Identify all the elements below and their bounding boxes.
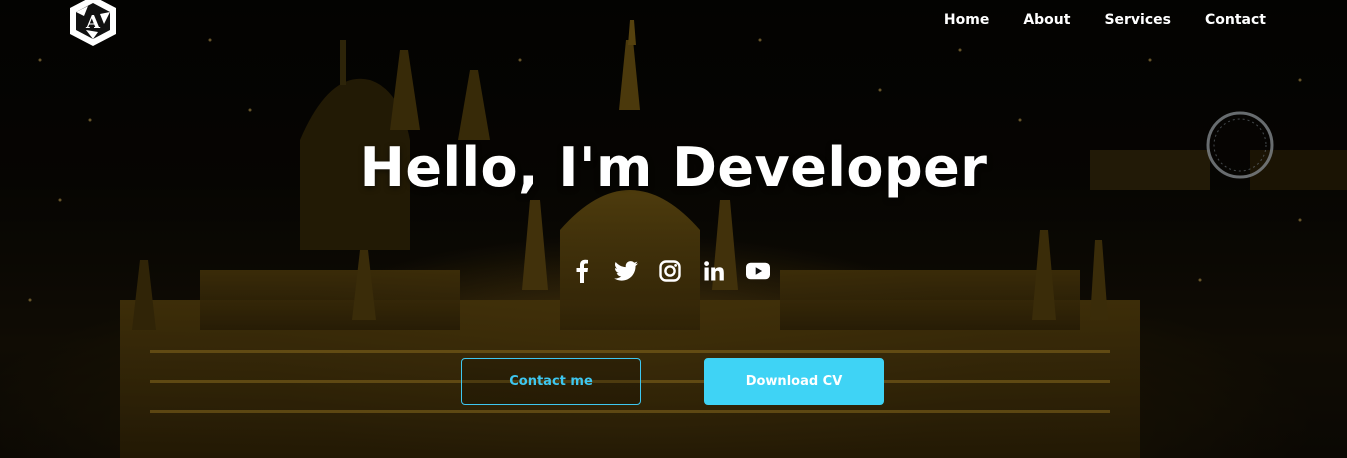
hexagon-logo-icon: A — [70, 0, 116, 46]
contact-me-button[interactable]: Contact me — [461, 358, 641, 405]
hero-section — [0, 0, 1347, 458]
facebook-icon[interactable] — [570, 259, 594, 283]
instagram-icon[interactable] — [658, 259, 682, 283]
nav-item-about[interactable]: About — [1006, 10, 1087, 30]
twitter-icon[interactable] — [614, 259, 638, 283]
youtube-icon[interactable] — [746, 259, 770, 283]
site-logo[interactable]: A — [64, 0, 122, 46]
hero-title: Hello, I'm Developer — [359, 136, 988, 199]
linkedin-icon[interactable] — [702, 259, 726, 283]
download-cv-button[interactable]: Download CV — [704, 358, 884, 405]
nav-item-contact[interactable]: Contact — [1188, 10, 1283, 30]
main-nav: Home About Services Contact — [927, 10, 1283, 30]
nav-item-home[interactable]: Home — [927, 10, 1006, 30]
social-links — [570, 259, 790, 283]
logo-letter: A — [85, 12, 101, 33]
nav-item-services[interactable]: Services — [1087, 10, 1188, 30]
dark-overlay — [0, 0, 1347, 458]
